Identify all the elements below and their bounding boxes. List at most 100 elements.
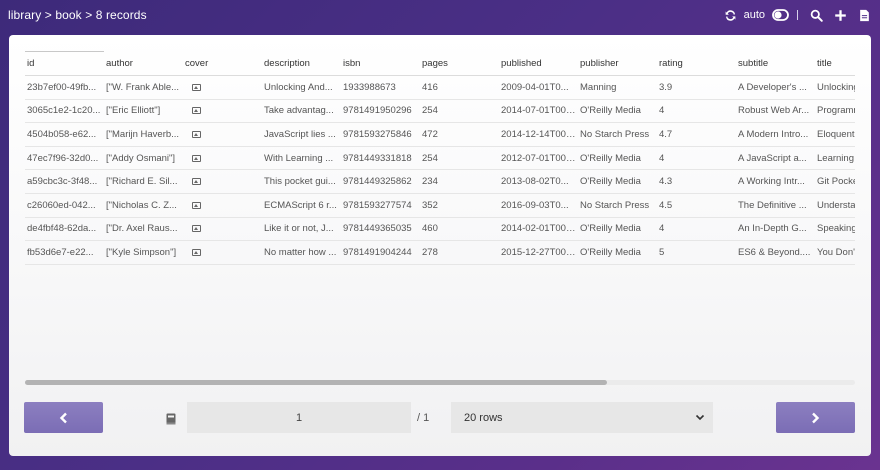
- cell-title: Speaking: [815, 217, 855, 242]
- cell-author: ["Marijn Haverb...: [104, 122, 183, 147]
- table-row[interactable]: fb53d6e7-e22... ["Kyle Simpson"] No matter…: [25, 240, 855, 265]
- cell-published: 2012-07-01T00:...: [499, 146, 578, 171]
- cell-subtitle: ES6 & Beyond....: [736, 240, 815, 265]
- table-row[interactable]: 23b7ef00-49fb... ["W. Frank Able... Unlock…: [25, 75, 855, 100]
- cell-subtitle: A JavaScript a...: [736, 146, 815, 171]
- cell-author: ["Addy Osmani"]: [104, 146, 183, 171]
- column-header-rating[interactable]: rating: [657, 51, 736, 76]
- column-header-author[interactable]: author: [104, 51, 183, 76]
- cell-rating: 4.7: [657, 122, 736, 147]
- cell-cover: [183, 146, 262, 171]
- cell-description: Unlocking And...: [262, 75, 341, 100]
- cell-id: 3065c1e2-1c20...: [25, 99, 104, 124]
- cell-author: ["Kyle Simpson"]: [104, 240, 183, 265]
- cell-title: Learning: [815, 146, 855, 171]
- column-header-publisher[interactable]: publisher: [578, 51, 657, 76]
- cell-publisher: No Starch Press: [578, 122, 657, 147]
- table-row[interactable]: 47ec7f96-32d0... ["Addy Osmani"] With Lear…: [25, 146, 855, 171]
- cell-id: 4504b058-e62...: [25, 122, 104, 147]
- cell-rating: 3.9: [657, 75, 736, 100]
- search-icon[interactable]: [808, 7, 824, 23]
- column-header-cover[interactable]: cover: [183, 51, 262, 76]
- toggle-icon[interactable]: [771, 7, 789, 23]
- cell-isbn: 9781491950296: [341, 99, 420, 124]
- cell-isbn: 9781449331818: [341, 146, 420, 171]
- chevron-right-icon: [812, 412, 820, 423]
- cell-subtitle: The Definitive ...: [736, 193, 815, 218]
- cell-publisher: O'Reilly Media: [578, 99, 657, 124]
- scrollbar-thumb[interactable]: [25, 380, 607, 385]
- column-header-isbn[interactable]: isbn: [341, 51, 420, 76]
- column-header-pages[interactable]: pages: [420, 51, 499, 76]
- column-header-id[interactable]: id: [25, 51, 104, 76]
- cell-cover: [183, 217, 262, 242]
- previous-page-button[interactable]: [24, 402, 103, 433]
- cell-pages: 254: [420, 146, 499, 171]
- image-icon[interactable]: [192, 83, 201, 91]
- rows-per-page-value: 20 rows: [464, 411, 503, 424]
- cell-pages: 472: [420, 122, 499, 147]
- page-number-input[interactable]: 1: [187, 402, 411, 433]
- image-icon[interactable]: [192, 225, 201, 233]
- image-icon[interactable]: [192, 130, 201, 138]
- table-row[interactable]: a59cbc3c-3f48... ["Richard E. Sil... This …: [25, 169, 855, 194]
- plus-icon[interactable]: [832, 7, 848, 23]
- book-icon: [166, 413, 176, 425]
- cell-description: ECMAScript 6 r...: [262, 193, 341, 218]
- image-icon[interactable]: [192, 178, 201, 186]
- cell-title: You Don't: [815, 240, 855, 265]
- cell-published: 2014-07-01T00:...: [499, 99, 578, 124]
- refresh-icon[interactable]: [723, 7, 739, 23]
- cell-subtitle: An In-Depth G...: [736, 217, 815, 242]
- image-icon[interactable]: [192, 201, 201, 209]
- next-page-button[interactable]: [776, 402, 855, 433]
- cell-publisher: O'Reilly Media: [578, 146, 657, 171]
- table-header-row: id author cover description isbn pages publish…: [25, 51, 855, 76]
- records-table: id author cover description isbn pages publish…: [25, 51, 855, 265]
- cell-published: 2014-02-01T00:...: [499, 217, 578, 242]
- cell-description: With Learning ...: [262, 146, 341, 171]
- cell-publisher: O'Reilly Media: [578, 240, 657, 265]
- cell-description: This pocket gui...: [262, 169, 341, 194]
- image-icon[interactable]: [192, 107, 201, 115]
- cell-rating: 4: [657, 99, 736, 124]
- horizontal-scrollbar[interactable]: [25, 380, 855, 385]
- cell-cover: [183, 240, 262, 265]
- column-header-published[interactable]: published: [499, 51, 578, 76]
- column-header-subtitle[interactable]: subtitle: [736, 51, 815, 76]
- cell-published: 2014-12-14T00:...: [499, 122, 578, 147]
- cell-description: Take advantag...: [262, 99, 341, 124]
- rows-per-page-select[interactable]: 20 rows: [451, 402, 713, 433]
- records-table-container[interactable]: id author cover description isbn pages publish…: [25, 51, 855, 287]
- table-row[interactable]: 4504b058-e62... ["Marijn Haverb... JavaScr…: [25, 122, 855, 147]
- cell-published: 2016-09-03T0...: [499, 193, 578, 218]
- cell-id: de4fbf48-62da...: [25, 217, 104, 242]
- cell-cover: [183, 99, 262, 124]
- image-icon[interactable]: [192, 248, 201, 256]
- column-header-title[interactable]: title: [815, 51, 855, 76]
- cell-id: 23b7ef00-49fb...: [25, 75, 104, 100]
- cell-published: 2009-04-01T0...: [499, 75, 578, 100]
- document-icon[interactable]: [856, 7, 872, 23]
- cell-rating: 4: [657, 217, 736, 242]
- toolbar-actions: auto: [723, 7, 872, 23]
- cell-pages: 460: [420, 217, 499, 242]
- cell-cover: [183, 169, 262, 194]
- cell-isbn: 9781593275846: [341, 122, 420, 147]
- cell-publisher: O'Reilly Media: [578, 217, 657, 242]
- table-row[interactable]: de4fbf48-62da... ["Dr. Axel Raus... Like i…: [25, 217, 855, 242]
- column-header-description[interactable]: description: [262, 51, 341, 76]
- cell-rating: 4.3: [657, 169, 736, 194]
- cell-author: ["Eric Elliott"]: [104, 99, 183, 124]
- cell-publisher: Manning: [578, 75, 657, 100]
- cell-title: Programm: [815, 99, 855, 124]
- auto-label: auto: [743, 9, 765, 21]
- cell-pages: 416: [420, 75, 499, 100]
- cell-id: a59cbc3c-3f48...: [25, 169, 104, 194]
- table-row[interactable]: c26060ed-042... ["Nicholas C. Z... ECMAScr…: [25, 193, 855, 218]
- image-icon[interactable]: [192, 154, 201, 162]
- cell-subtitle: Robust Web Ar...: [736, 99, 815, 124]
- cell-rating: 4: [657, 146, 736, 171]
- table-row[interactable]: 3065c1e2-1c20... ["Eric Elliott"] Take adv…: [25, 99, 855, 124]
- chevron-down-icon: [695, 414, 705, 421]
